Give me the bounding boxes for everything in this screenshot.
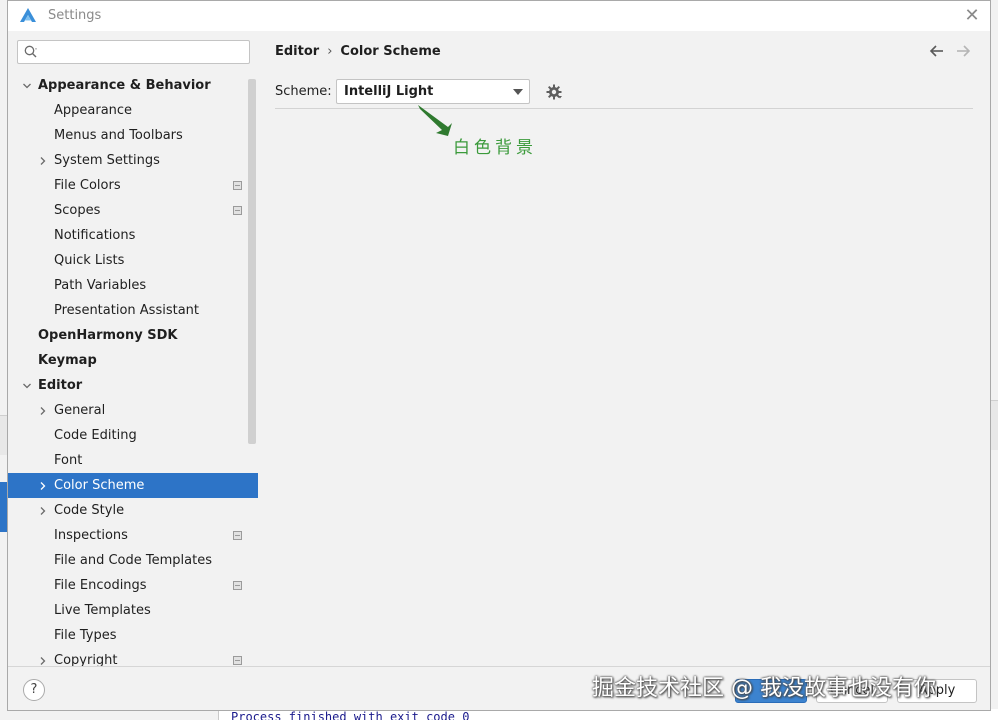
- settings-content: Editor › Color Scheme Scheme: IntelliJ Lig…: [258, 31, 990, 666]
- sidebar-item-appearance[interactable]: Appearance: [8, 98, 258, 123]
- sidebar-item-notifications[interactable]: Notifications: [8, 223, 258, 248]
- sidebar-item-label: Notifications: [54, 228, 136, 243]
- chevron-right-icon[interactable]: [38, 148, 48, 173]
- settings-dialog: Settings ✕ Appearance & Behavior Appearan…: [7, 0, 991, 711]
- search-input[interactable]: [42, 43, 242, 61]
- sidebar-item-keymap[interactable]: Keymap: [8, 348, 258, 373]
- sidebar-item-color-scheme[interactable]: Color Scheme: [8, 473, 258, 498]
- settings-sidebar: Appearance & Behavior Appearance Menus and…: [8, 31, 258, 666]
- forward-arrow-icon[interactable]: [954, 42, 972, 60]
- chevron-down-icon[interactable]: [22, 73, 32, 98]
- sidebar-item-code-editing[interactable]: Code Editing: [8, 423, 258, 448]
- close-icon: ✕: [964, 5, 980, 26]
- breadcrumb-separator: ›: [327, 44, 333, 59]
- sidebar-item-file-encodings[interactable]: File Encodings: [8, 573, 258, 598]
- breadcrumb: Editor › Color Scheme: [275, 44, 441, 59]
- project-scope-icon: [233, 581, 242, 590]
- sidebar-item-system-settings[interactable]: System Settings: [8, 148, 258, 173]
- sidebar-item-label: File and Code Templates: [54, 553, 212, 568]
- sidebar-item-label: File Encodings: [54, 578, 147, 593]
- search-icon: [24, 45, 37, 58]
- sidebar-item-label: Quick Lists: [54, 253, 125, 268]
- sidebar-item-path-variables[interactable]: Path Variables: [8, 273, 258, 298]
- sidebar-item-menus-and-toolbars[interactable]: Menus and Toolbars: [8, 123, 258, 148]
- back-arrow-icon[interactable]: [928, 42, 946, 60]
- sidebar-item-font[interactable]: Font: [8, 448, 258, 473]
- sidebar-item-file-and-code-templates[interactable]: File and Code Templates: [8, 548, 258, 573]
- sidebar-item-inspections[interactable]: Inspections: [8, 523, 258, 548]
- sidebar-item-label: Live Templates: [54, 603, 151, 618]
- sidebar-item-live-templates[interactable]: Live Templates: [8, 598, 258, 623]
- annotation-label: 白色背景: [453, 138, 537, 158]
- sidebar-item-general[interactable]: General: [8, 398, 258, 423]
- project-scope-icon: [233, 656, 242, 665]
- sidebar-item-label: System Settings: [54, 153, 160, 168]
- sidebar-item-label: OpenHarmony SDK: [38, 328, 178, 343]
- sidebar-item-code-style[interactable]: Code Style: [8, 498, 258, 523]
- watermark: 掘金技术社区 @ 我没故事也没有你: [592, 676, 936, 701]
- chevron-right-icon[interactable]: [38, 498, 48, 523]
- sidebar-item-quick-lists[interactable]: Quick Lists: [8, 248, 258, 273]
- sidebar-item-label: Code Style: [54, 503, 125, 518]
- chevron-down-icon[interactable]: [22, 373, 32, 398]
- sidebar-item-file-colors[interactable]: File Colors: [8, 173, 258, 198]
- sidebar-item-appearance-behavior[interactable]: Appearance & Behavior: [8, 73, 258, 98]
- breadcrumb-item-color-scheme: Color Scheme: [340, 44, 441, 59]
- sidebar-item-file-types[interactable]: File Types: [8, 623, 258, 648]
- sidebar-item-label: Copyright: [54, 653, 118, 666]
- breadcrumb-item-editor[interactable]: Editor: [275, 44, 319, 59]
- sidebar-scrollbar[interactable]: [248, 79, 256, 444]
- help-button[interactable]: ?: [23, 679, 45, 701]
- header-divider: [275, 108, 973, 109]
- sidebar-item-label: File Colors: [54, 178, 121, 193]
- sidebar-item-label: General: [54, 403, 106, 418]
- sidebar-item-label: Keymap: [38, 353, 97, 368]
- sidebar-item-label: Inspections: [54, 528, 128, 543]
- scheme-label: Scheme:: [275, 84, 332, 99]
- app-logo-icon: [20, 8, 36, 22]
- sidebar-item-presentation-assistant[interactable]: Presentation Assistant: [8, 298, 258, 323]
- chevron-right-icon[interactable]: [38, 648, 48, 666]
- sidebar-item-editor[interactable]: Editor: [8, 373, 258, 398]
- sidebar-item-label: Presentation Assistant: [54, 303, 199, 318]
- sidebar-item-label: Path Variables: [54, 278, 147, 293]
- gear-icon[interactable]: [545, 83, 563, 101]
- sidebar-item-label: Appearance & Behavior: [38, 78, 211, 93]
- search-field[interactable]: [17, 40, 250, 64]
- sidebar-item-label: Editor: [38, 378, 83, 393]
- window-title: Settings: [48, 8, 102, 23]
- sidebar-item-openharmony-sdk[interactable]: OpenHarmony SDK: [8, 323, 258, 348]
- title-bar: Settings ✕: [8, 1, 990, 31]
- sidebar-item-copyright[interactable]: Copyright: [8, 648, 258, 666]
- background-panel-edge-right: [990, 400, 998, 450]
- close-button[interactable]: ✕: [962, 6, 982, 26]
- sidebar-item-label: Color Scheme: [54, 478, 145, 493]
- sidebar-item-label: Menus and Toolbars: [54, 128, 183, 143]
- project-scope-icon: [233, 206, 242, 215]
- sidebar-item-label: Scopes: [54, 203, 101, 218]
- sidebar-item-label: Code Editing: [54, 428, 137, 443]
- annotation-arrow-icon: [418, 105, 452, 136]
- project-scope-icon: [233, 181, 242, 190]
- scheme-selected-value: IntelliJ Light: [344, 84, 434, 99]
- scheme-dropdown[interactable]: IntelliJ Light: [336, 79, 530, 104]
- chevron-right-icon[interactable]: [38, 473, 48, 498]
- project-scope-icon: [233, 531, 242, 540]
- chevron-right-icon[interactable]: [38, 398, 48, 423]
- sidebar-item-label: File Types: [54, 628, 117, 643]
- sidebar-item-label: Appearance: [54, 103, 133, 118]
- sidebar-item-label: Font: [54, 453, 83, 468]
- console-output: Process finished with exit code 0: [231, 710, 470, 720]
- sidebar-item-scopes[interactable]: Scopes: [8, 198, 258, 223]
- chevron-down-icon: [513, 89, 523, 95]
